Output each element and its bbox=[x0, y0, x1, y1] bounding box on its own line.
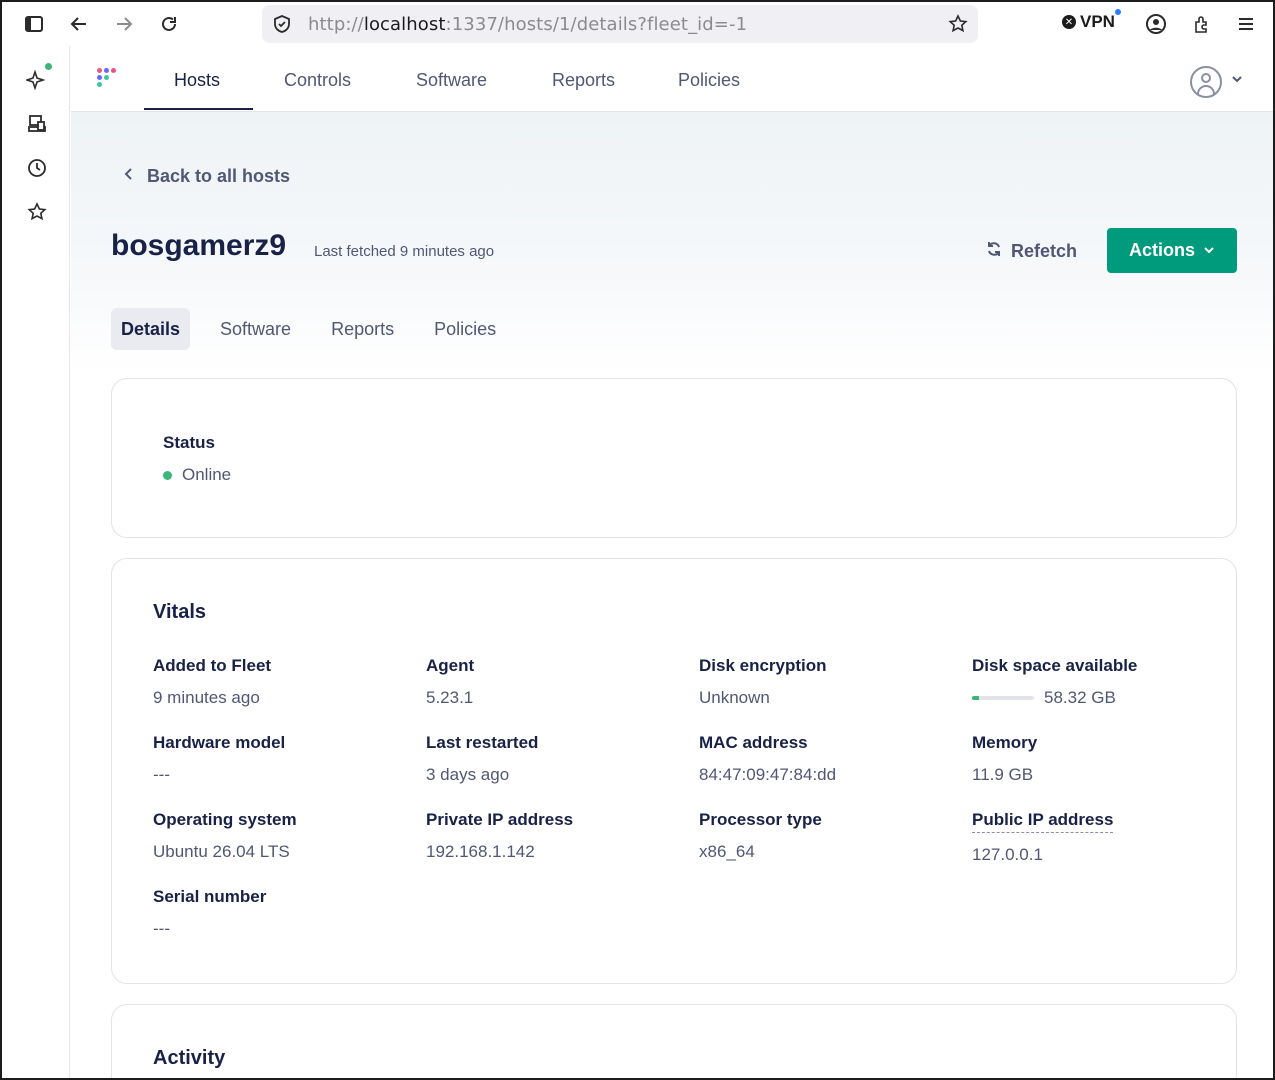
disk-space-value: 58.32 GB bbox=[1044, 688, 1116, 707]
browser-toolbar: http://localhost:1337/hosts/1/details?fl… bbox=[2, 2, 1273, 46]
tab-reports[interactable]: Reports bbox=[321, 308, 404, 350]
vitals-card: Vitals Added to Fleet 9 minutes ago Agen… bbox=[111, 558, 1237, 984]
nav-reports[interactable]: Reports bbox=[552, 70, 615, 91]
activity-title: Activity bbox=[153, 1047, 226, 1069]
chevron-left-icon bbox=[123, 167, 133, 186]
vpn-label: VPN bbox=[1080, 9, 1121, 32]
refresh-icon bbox=[985, 240, 1003, 263]
vital-private-ip: Private IP address 192.168.1.142 bbox=[426, 810, 574, 861]
nav-controls[interactable]: Controls bbox=[284, 70, 351, 91]
online-status-dot bbox=[163, 470, 172, 480]
vital-processor-type: Processor type x86_64 bbox=[699, 810, 822, 861]
notification-dot bbox=[45, 63, 52, 70]
forward-arrow-icon[interactable] bbox=[110, 10, 138, 38]
nav-policies[interactable]: Policies bbox=[678, 70, 740, 91]
activity-card: Activity bbox=[111, 1004, 1237, 1078]
vital-serial-number: Serial number --- bbox=[153, 887, 267, 938]
tab-details[interactable]: Details bbox=[111, 308, 191, 350]
browser-sidebar bbox=[2, 46, 70, 1078]
shield-icon[interactable] bbox=[268, 10, 296, 38]
extensions-icon[interactable] bbox=[1188, 10, 1216, 38]
last-fetched-text: Last fetched 9 minutes ago bbox=[314, 243, 495, 260]
vpn-status-dot bbox=[1114, 9, 1121, 15]
vital-agent: Agent 5.23.1 bbox=[426, 656, 475, 707]
refetch-label: Refetch bbox=[1011, 241, 1078, 261]
vital-added-to-fleet: Added to Fleet 9 minutes ago bbox=[153, 656, 272, 707]
status-card: Status Online bbox=[111, 378, 1237, 538]
nav-hosts[interactable]: Hosts bbox=[174, 70, 220, 91]
tab-policies[interactable]: Policies bbox=[424, 308, 506, 350]
synced-tabs-icon[interactable] bbox=[24, 111, 50, 137]
back-link-label: Back to all hosts bbox=[147, 166, 291, 186]
reload-icon[interactable] bbox=[155, 10, 183, 38]
chevron-down-icon[interactable] bbox=[1231, 72, 1243, 90]
address-bar[interactable]: http://localhost:1337/hosts/1/details?fl… bbox=[262, 5, 978, 43]
disk-space-bar bbox=[972, 696, 1034, 700]
user-avatar-icon[interactable] bbox=[1190, 66, 1222, 98]
host-name: bosgamerz9 bbox=[111, 229, 287, 262]
vital-public-ip: Public IP address 127.0.0.1 bbox=[972, 810, 1114, 864]
menu-icon[interactable] bbox=[1232, 10, 1260, 38]
vital-hardware-model: Hardware model --- bbox=[153, 733, 286, 784]
actions-label: Actions bbox=[1128, 240, 1195, 260]
status-text: Online bbox=[182, 465, 232, 484]
main-content: Back to all hosts bosgamerz9 Last fetche… bbox=[71, 112, 1273, 1078]
account-icon[interactable] bbox=[1142, 10, 1170, 38]
nav-software[interactable]: Software bbox=[416, 70, 487, 91]
back-to-hosts-link[interactable]: Back to all hosts bbox=[123, 166, 290, 187]
refetch-button[interactable]: Refetch bbox=[985, 240, 1077, 263]
browser-window: http://localhost:1337/hosts/1/details?fl… bbox=[0, 0, 1275, 1080]
disk-space-fill bbox=[972, 696, 980, 700]
history-icon[interactable] bbox=[24, 155, 50, 181]
vpn-button[interactable]: ✕ VPN bbox=[1062, 9, 1121, 32]
actions-button[interactable]: Actions bbox=[1107, 228, 1237, 273]
back-arrow-icon[interactable] bbox=[65, 10, 93, 38]
status-value: Online bbox=[163, 465, 231, 485]
public-ip-tooltip-trigger[interactable]: Public IP address bbox=[972, 810, 1114, 833]
app-top-nav: Hosts Controls Software Reports Policies bbox=[71, 46, 1273, 112]
bookmarks-icon[interactable] bbox=[24, 199, 50, 225]
bookmark-star-icon[interactable] bbox=[944, 10, 972, 38]
vital-last-restarted: Last restarted 3 days ago bbox=[426, 733, 539, 784]
chevron-down-icon bbox=[1203, 240, 1215, 261]
vital-mac-address: MAC address 84:47:09:47:84:dd bbox=[699, 733, 837, 784]
nav-active-indicator bbox=[144, 108, 253, 110]
vital-operating-system: Operating system Ubuntu 26.04 LTS bbox=[153, 810, 297, 861]
vital-disk-space: Disk space available 58.32 GB bbox=[972, 656, 1138, 707]
fleet-logo-icon[interactable] bbox=[95, 66, 123, 94]
url-text: http://localhost:1337/hosts/1/details?fl… bbox=[308, 14, 748, 35]
ai-sparkle-icon[interactable] bbox=[24, 63, 52, 92]
vital-memory: Memory 11.9 GB bbox=[972, 733, 1038, 784]
tab-software[interactable]: Software bbox=[210, 308, 301, 350]
status-label: Status bbox=[163, 433, 215, 452]
vital-disk-encryption: Disk encryption Unknown bbox=[699, 656, 827, 707]
host-tabs: Details Software Reports Policies bbox=[111, 308, 526, 350]
vitals-title: Vitals bbox=[153, 601, 206, 623]
close-icon: ✕ bbox=[1062, 15, 1076, 29]
sidebar-toggle-icon[interactable] bbox=[20, 10, 48, 38]
